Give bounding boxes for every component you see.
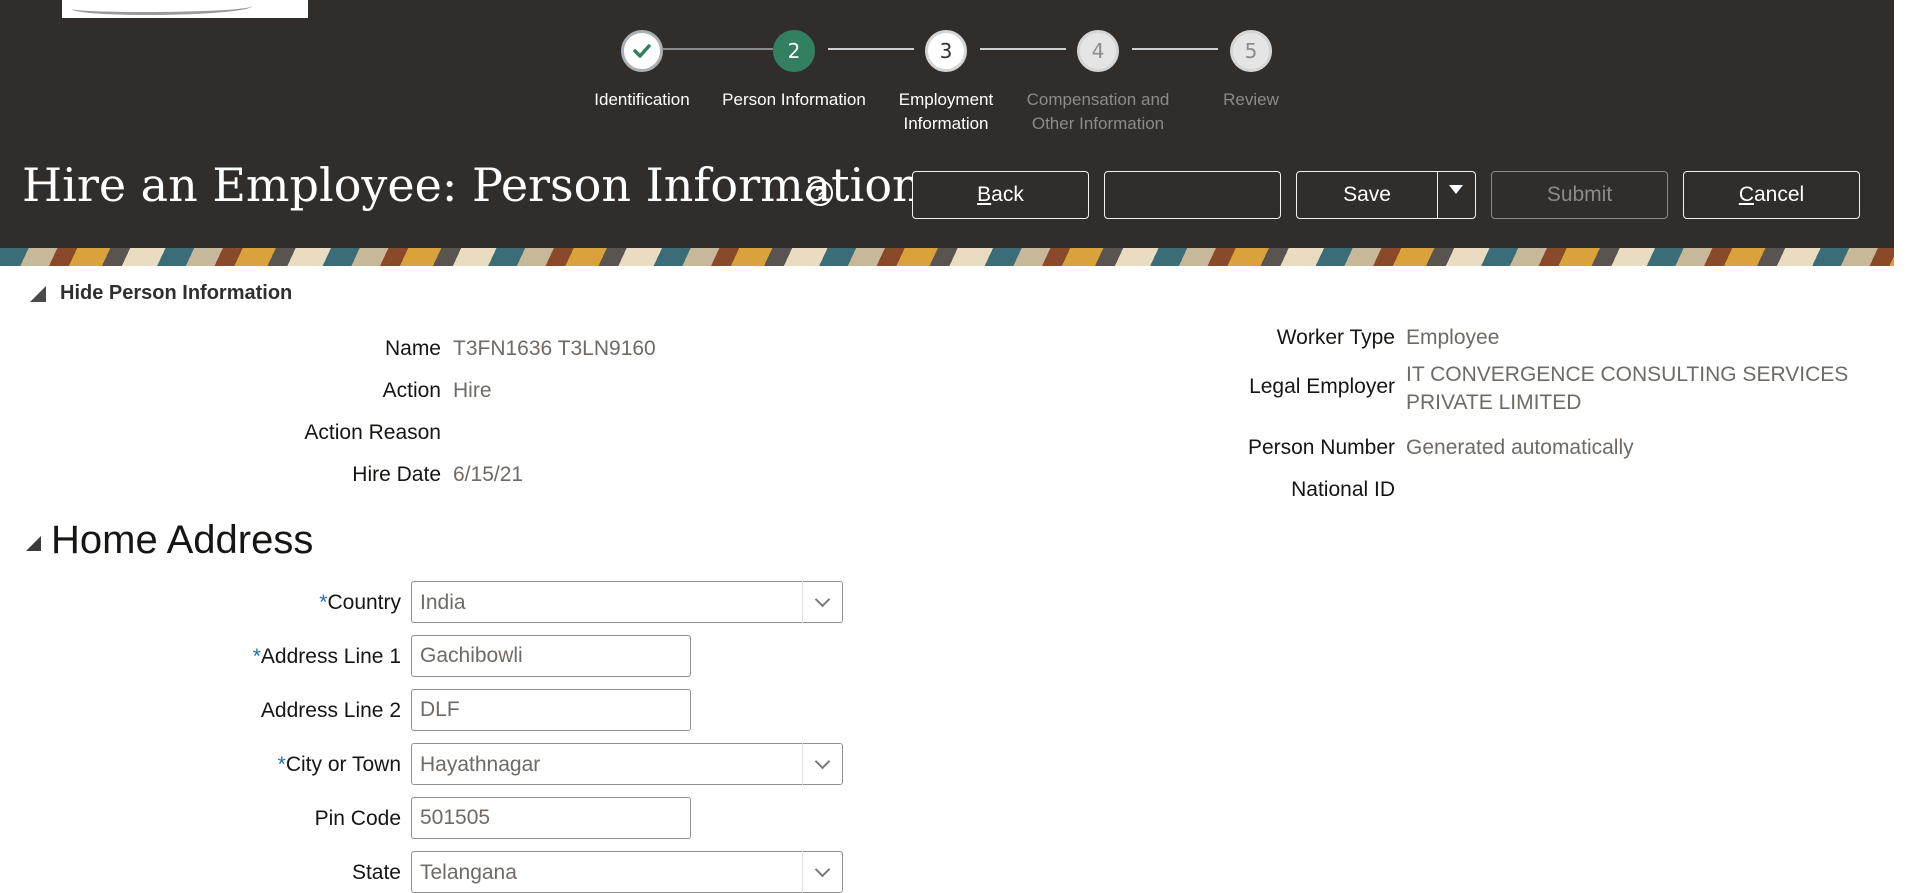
city-value: Hayathnagar [420,753,541,776]
national-id-label: National ID [1291,478,1395,501]
check-icon [633,44,651,58]
person-number-label: Person Number [1247,436,1395,459]
pin-code-label: Pin Code [314,807,401,830]
collapse-triangle-icon [30,285,46,302]
city-label: *City or Town [277,753,401,776]
state-value: Telangana [420,861,517,884]
train-step-employment-information[interactable]: 3 [925,30,967,72]
train-step-label: Identification [594,90,690,109]
required-marker: * [252,645,261,668]
worker-type-value: Employee [1406,326,1500,349]
collapse-triangle-icon [26,536,41,551]
worker-type-label: Worker Type [1276,326,1395,349]
chevron-down-icon [814,591,831,608]
process-train: Identification 2 Person Information 3 Em… [0,0,1300,140]
train-step-review: 5 [1230,30,1272,72]
train-step-label: Person Information [722,90,866,109]
hide-person-information-toggle[interactable]: Hide Person Information [30,282,292,305]
chevron-down-icon [814,861,831,878]
country-select[interactable]: India [411,581,843,623]
train-connector [828,48,914,50]
train-step-identification[interactable] [621,30,663,72]
decorative-banner [0,248,1894,266]
address-line-1-label: *Address Line 1 [252,645,401,668]
action-reason-label: Action Reason [304,421,441,444]
action-label: Action [382,379,441,402]
action-value: Hire [453,379,492,402]
name-label: Name [384,337,441,360]
chevron-down-icon [814,753,831,770]
home-address-toggle[interactable]: Home Address [26,518,313,563]
step-number: 3 [939,39,953,63]
save-button[interactable]: Save [1297,172,1438,218]
home-address-title: Home Address [51,518,314,562]
hire-date-label: Hire Date [352,463,441,486]
country-value: India [420,591,466,614]
address-line-1-input[interactable]: Gachibowli [411,635,691,677]
country-label: *Country [319,591,401,614]
train-step-compensation: 4 [1077,30,1119,72]
state-label: State [351,861,401,884]
page-header: Identification 2 Person Information 3 Em… [0,0,1894,248]
save-options-button[interactable] [1437,172,1475,218]
legal-employer-value: IT CONVERGENCE CONSULTING SERVICES PRIVA… [1406,363,1849,414]
page-title: Hire an Employee: Person Information [22,158,922,212]
train-step-label: Review [1223,90,1279,109]
blank-button[interactable] [1104,171,1281,219]
step-number: 2 [787,39,801,63]
hire-date-value: 6/15/21 [453,463,524,486]
address-line-2-input[interactable]: DLF [411,689,691,731]
state-select[interactable]: Telangana [411,851,843,893]
toggle-label: Hide Person Information [60,282,293,304]
back-button-label: Back [977,183,1024,206]
step-number: 5 [1244,39,1258,63]
person-number-value: Generated automatically [1406,436,1634,459]
step-number: 4 [1091,39,1105,63]
required-marker: * [277,753,286,776]
train-connector [1132,48,1218,50]
name-value: T3FN1636 T3LN9160 [453,337,656,360]
train-step-label: Employment Information [898,90,994,133]
submit-button-label: Submit [1546,183,1613,206]
cancel-button[interactable]: Cancel [1683,171,1860,219]
pin-code-input[interactable]: 501505 [411,797,691,839]
train-step-person-information[interactable]: 2 [773,30,815,72]
dropdown-arrow-icon [1449,184,1463,194]
help-icon[interactable]: ? [807,180,833,206]
legal-employer-label: Legal Employer [1249,375,1395,398]
address-line-2-label: Address Line 2 [260,699,401,722]
cancel-button-label: Cancel [1738,183,1805,206]
save-button-label: Save [1343,183,1391,206]
train-connector [980,48,1066,50]
back-button[interactable]: Back [912,171,1089,219]
train-step-label: Compensation and Other Information [1026,90,1170,133]
save-button-group: Save [1296,171,1476,219]
submit-button[interactable]: Submit [1491,171,1668,219]
city-select[interactable]: Hayathnagar [411,743,843,785]
train-connector [663,48,773,50]
